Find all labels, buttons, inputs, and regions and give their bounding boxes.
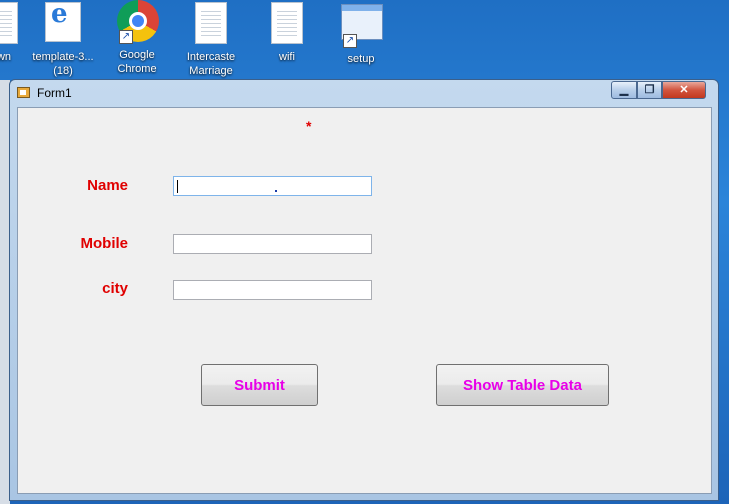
desktop-icon-label: wifi bbox=[279, 51, 295, 63]
name-field[interactable] bbox=[173, 176, 372, 196]
desktop-icon-label: wn bbox=[0, 51, 12, 63]
city-input[interactable] bbox=[174, 281, 371, 299]
partial-document-icon bbox=[0, 2, 18, 44]
minimize-button[interactable]: ▁ bbox=[611, 81, 637, 99]
input-artifact-dot bbox=[275, 190, 277, 192]
text-document-icon bbox=[195, 2, 227, 44]
show-table-data-button[interactable]: Show Table Data bbox=[436, 364, 609, 406]
desktop-icon-setup[interactable]: ↗ setup bbox=[322, 0, 400, 66]
desktop-icon-label: Google Chrome bbox=[117, 49, 157, 75]
mobile-input[interactable] bbox=[174, 235, 371, 253]
text-caret bbox=[177, 180, 178, 193]
city-label: city bbox=[102, 280, 128, 297]
desktop-icon-label: template-3... (18) bbox=[32, 51, 94, 77]
desktop-icon-label: Intercaste Marriage bbox=[186, 51, 236, 77]
city-field[interactable] bbox=[173, 280, 372, 300]
text-document-icon bbox=[271, 2, 303, 44]
desktop-icon-chrome[interactable]: ↗ Google Chrome bbox=[98, 0, 176, 76]
required-marker: * bbox=[306, 118, 312, 134]
title-bar[interactable]: Form1 ▁ ❐ ✕ bbox=[10, 80, 718, 106]
desktop-icon-template[interactable]: e template-3... (18) bbox=[24, 0, 102, 78]
shortcut-arrow-icon: ↗ bbox=[343, 34, 357, 48]
close-button[interactable]: ✕ bbox=[662, 81, 706, 99]
submit-button[interactable]: Submit bbox=[201, 364, 318, 406]
mobile-field[interactable] bbox=[173, 234, 372, 254]
internet-explorer-icon: e bbox=[45, 1, 81, 42]
desktop-icon-intercaste[interactable]: Intercaste Marriage bbox=[172, 0, 250, 78]
window-title: Form1 bbox=[37, 86, 72, 100]
name-label: Name bbox=[87, 177, 128, 194]
shortcut-arrow-icon: ↗ bbox=[119, 30, 133, 44]
desktop-icon-wifi[interactable]: wifi bbox=[248, 0, 326, 64]
maximize-button[interactable]: ❐ bbox=[637, 81, 662, 99]
form-app-icon bbox=[17, 87, 30, 98]
desktop-icon-partial[interactable]: wn bbox=[0, 0, 26, 64]
name-input[interactable] bbox=[174, 177, 371, 195]
form-client-area: * Name Mobile city Submit Show Table Dat… bbox=[17, 107, 712, 494]
desktop-icon-label: setup bbox=[347, 53, 375, 65]
form1-window: Form1 ▁ ❐ ✕ * Name Mobile city Submit Sh… bbox=[9, 79, 719, 501]
mobile-label: Mobile bbox=[80, 235, 129, 252]
